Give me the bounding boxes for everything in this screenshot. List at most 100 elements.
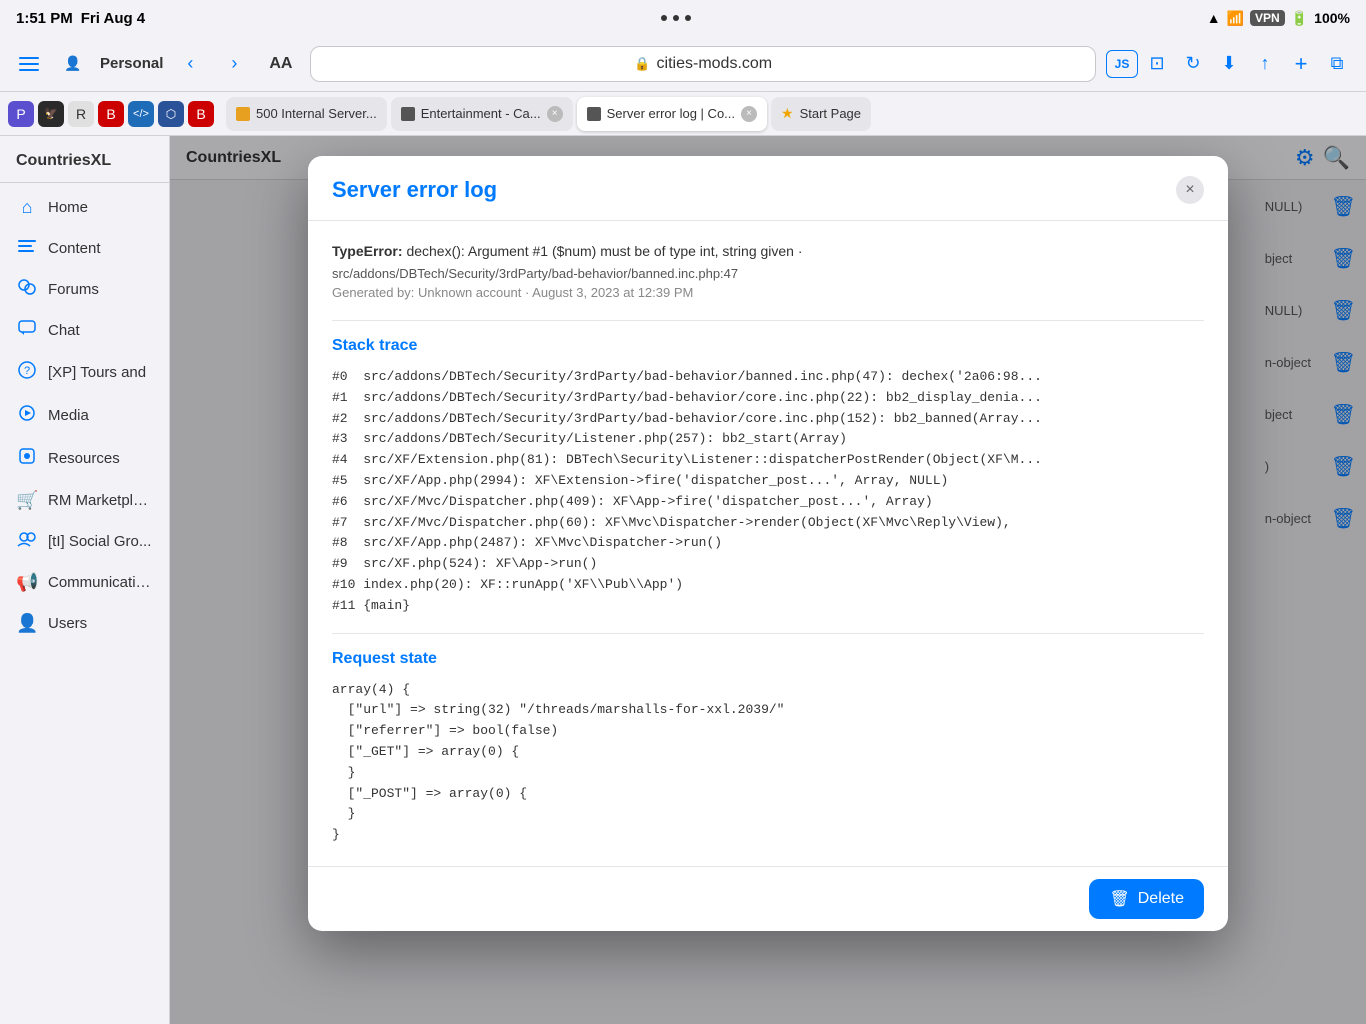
delete-icon: 🗑 — [1109, 889, 1129, 909]
svg-text:?: ? — [24, 365, 30, 377]
forums-icon — [16, 279, 38, 300]
forward-button[interactable]: › — [217, 47, 251, 81]
sidebar-item-communications-label: Communicatio... — [48, 574, 153, 591]
chat-icon — [16, 320, 38, 341]
tab-entertainment[interactable]: Entertainment - Ca... × — [391, 97, 573, 131]
tab2-label: Entertainment - Ca... — [421, 106, 541, 121]
communications-icon: 📢 — [16, 572, 38, 593]
vpn-badge: VPN — [1250, 10, 1285, 26]
error-text: dechex(): Argument #1 ($num) must be of … — [406, 243, 802, 259]
browser-toolbar: 👤 Personal ‹ › AA 🔒 cities-mods.com JS ⊡… — [0, 36, 1366, 92]
download-button[interactable]: ⬇ — [1212, 47, 1246, 81]
sidebar-item-xp-tours[interactable]: ? [XP] Tours and — [0, 351, 169, 394]
modal-overlay: Server error log × TypeError: dechex(): … — [170, 136, 1366, 1024]
account-button[interactable]: 👤 — [56, 47, 90, 81]
ext-icon-5[interactable]: </> — [128, 101, 154, 127]
sidebar-item-home-label: Home — [48, 199, 88, 216]
tab3-close-button[interactable]: × — [741, 106, 757, 122]
error-message: TypeError: dechex(): Argument #1 ($num) … — [332, 241, 1204, 262]
status-bar-center — [661, 15, 691, 21]
battery-level: 100% — [1314, 10, 1350, 26]
tab4-label: Start Page — [800, 106, 861, 121]
sidebar-item-users[interactable]: 👤 Users — [0, 603, 169, 644]
sidebar-item-social-groups[interactable]: [tI] Social Gro... — [0, 521, 169, 562]
reload-button[interactable]: ↻ — [1176, 47, 1210, 81]
battery-icon: 🔋 — [1291, 10, 1308, 27]
sidebar-toggle-button[interactable] — [12, 47, 46, 81]
sidebar-item-content[interactable]: Content — [0, 228, 169, 269]
dot2 — [673, 15, 679, 21]
sidebar-item-xp-tours-label: [XP] Tours and — [48, 364, 146, 381]
sidebar-item-communications[interactable]: 📢 Communicatio... — [0, 562, 169, 603]
ext-icon-6[interactable]: ⬡ — [158, 101, 184, 127]
modal-title: Server error log — [332, 177, 497, 203]
sidebar-divider-top — [0, 182, 169, 183]
ext-icon-7[interactable]: B — [188, 101, 214, 127]
tab-server-error[interactable]: Server error log | Co... × — [577, 97, 767, 131]
ext-icon-3[interactable]: R — [68, 101, 94, 127]
request-state-content: array(4) { ["url"] => string(32) "/threa… — [332, 680, 1204, 846]
sidebar-item-resources-label: Resources — [48, 450, 120, 467]
time: 1:51 PM — [16, 10, 73, 27]
tab3-label: Server error log | Co... — [607, 106, 735, 121]
error-path: src/addons/DBTech/Security/3rdParty/bad-… — [332, 266, 1204, 281]
tab-bar: P 🦅 R B </> ⬡ B 500 Internal Server... E… — [0, 92, 1366, 136]
modal-server-error-log: Server error log × TypeError: dechex(): … — [308, 156, 1228, 931]
tab1-favicon — [236, 107, 250, 121]
sidebar-item-rm-marketplace[interactable]: 🛒 RM Marketpla... — [0, 480, 169, 521]
wifi-icon: 📶 — [1227, 10, 1244, 27]
main-area: CountriesXL ⌂ Home Content Forums Chat — [0, 136, 1366, 1024]
users-icon: 👤 — [16, 613, 38, 634]
share-button[interactable]: ↑ — [1248, 47, 1282, 81]
dot3 — [685, 15, 691, 21]
tabs-button[interactable]: ⧉ — [1320, 47, 1354, 81]
social-groups-icon — [16, 531, 38, 552]
error-generated: Generated by: Unknown account · August 3… — [332, 285, 1204, 300]
stack-trace-title: Stack trace — [332, 337, 1204, 355]
sidebar-item-rm-marketplace-label: RM Marketpla... — [48, 492, 153, 509]
media-icon — [16, 404, 38, 427]
resources-icon — [16, 447, 38, 470]
sidebar-item-users-label: Users — [48, 615, 87, 632]
modal-close-button[interactable]: × — [1176, 176, 1204, 204]
sidebar-item-chat[interactable]: Chat — [0, 310, 169, 351]
tab1-label: 500 Internal Server... — [256, 106, 377, 121]
tab2-close-button[interactable]: × — [547, 106, 563, 122]
tab2-favicon — [401, 107, 415, 121]
date: Fri Aug 4 — [81, 10, 145, 27]
status-bar-right: ▲ 📶 VPN 🔋 100% — [1207, 10, 1350, 27]
tab4-star-icon: ★ — [781, 105, 794, 122]
extension-icons: P 🦅 R B </> ⬡ B — [8, 101, 214, 127]
ext-icon-2[interactable]: 🦅 — [38, 101, 64, 127]
sidebar-item-media-label: Media — [48, 407, 89, 424]
dot1 — [661, 15, 667, 21]
ext-icon-4[interactable]: B — [98, 101, 124, 127]
sidebar-item-resources[interactable]: Resources — [0, 437, 169, 480]
divider-1 — [332, 320, 1204, 321]
modal-footer: 🗑 Delete — [308, 866, 1228, 931]
content-icon — [16, 238, 38, 259]
request-state-title: Request state — [332, 650, 1204, 668]
modal-body[interactable]: TypeError: dechex(): Argument #1 ($num) … — [308, 221, 1228, 866]
tab-500-internal[interactable]: 500 Internal Server... — [226, 97, 387, 131]
ext-icon-1[interactable]: P — [8, 101, 34, 127]
status-bar: 1:51 PM Fri Aug 4 ▲ 📶 VPN 🔋 100% — [0, 0, 1366, 36]
account-label: Personal — [100, 55, 163, 72]
tab-start-page[interactable]: ★ Start Page — [771, 97, 871, 131]
divider-2 — [332, 633, 1204, 634]
address-bar[interactable]: 🔒 cities-mods.com — [310, 46, 1096, 82]
modal-header: Server error log × — [308, 156, 1228, 221]
delete-button[interactable]: 🗑 Delete — [1089, 879, 1204, 919]
js-button[interactable]: JS — [1106, 50, 1138, 78]
sidebar-item-social-groups-label: [tI] Social Gro... — [48, 533, 151, 550]
back-button[interactable]: ‹ — [173, 47, 207, 81]
xp-tours-icon: ? — [16, 361, 38, 384]
tab-overview-button[interactable]: ⊡ — [1140, 47, 1174, 81]
new-tab-button[interactable]: + — [1284, 47, 1318, 81]
sidebar-item-media[interactable]: Media — [0, 394, 169, 437]
content-area: CountriesXL ⚙ 🔍 🗑 🗑 🗑 🗑 🗑 — [170, 136, 1366, 1024]
sidebar-item-forums[interactable]: Forums — [0, 269, 169, 310]
sidebar-item-content-label: Content — [48, 240, 101, 257]
text-size-button[interactable]: AA — [261, 51, 300, 77]
sidebar-item-home[interactable]: ⌂ Home — [0, 187, 169, 228]
